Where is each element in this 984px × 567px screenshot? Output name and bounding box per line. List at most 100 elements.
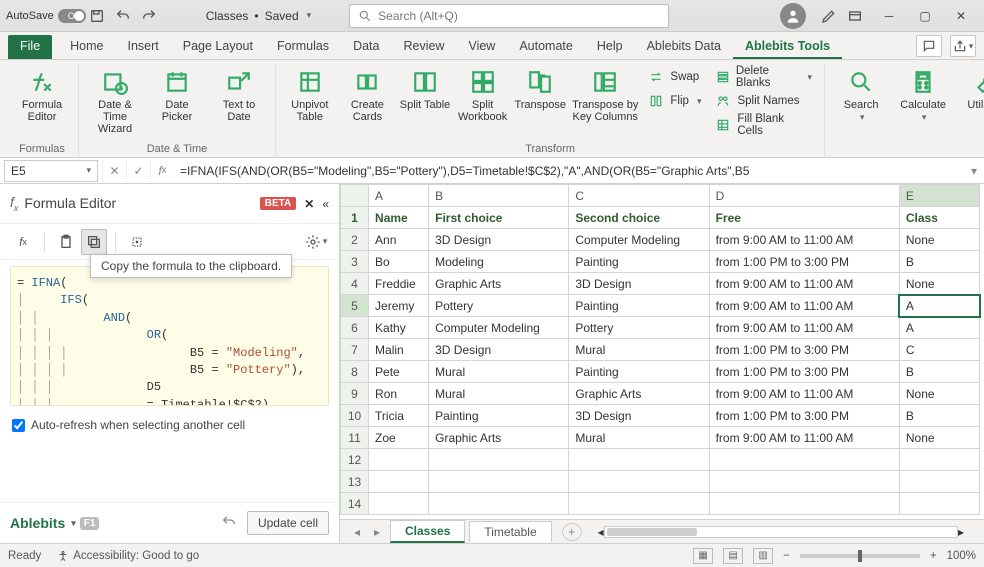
spreadsheet-grid[interactable]: ABCDE1NameFirst choiceSecond choiceFreeC… xyxy=(340,184,980,515)
paste-tool[interactable] xyxy=(53,229,79,255)
brand[interactable]: Ablebits▾ F1 xyxy=(10,515,99,531)
name-box[interactable]: E5▾ xyxy=(4,160,98,182)
settings-tool[interactable]: ▾ xyxy=(303,229,329,255)
fill-blank-button[interactable]: Fill Blank Cells xyxy=(711,114,816,136)
col-header[interactable]: A xyxy=(369,185,429,207)
tab-ablebits-data[interactable]: Ablebits Data xyxy=(635,33,733,59)
close-panel-button[interactable]: ✕ xyxy=(304,197,314,211)
split-table-button[interactable]: Split Table xyxy=(399,64,451,111)
col-header[interactable]: D xyxy=(709,185,899,207)
create-cards-button[interactable]: Create Cards xyxy=(342,64,394,123)
tab-review[interactable]: Review xyxy=(391,33,456,59)
date-time-wizard-button[interactable]: Date & Time Wizard xyxy=(87,64,143,135)
col-header[interactable]: B xyxy=(429,185,569,207)
tab-data[interactable]: Data xyxy=(341,33,391,59)
table-row[interactable]: 13 xyxy=(341,471,980,493)
document-title[interactable]: Classes • Saved ▾ xyxy=(206,9,311,23)
col-header[interactable]: E xyxy=(899,185,979,207)
col-header[interactable]: C xyxy=(569,185,709,207)
search-button[interactable]: Search▾ xyxy=(833,64,889,123)
tab-help[interactable]: Help xyxy=(585,33,635,59)
zoom-in-button[interactable]: + xyxy=(930,550,937,562)
insert-function-button[interactable]: fx xyxy=(150,160,174,182)
calculate-button[interactable]: Calculate▾ xyxy=(895,64,951,123)
calculator-icon xyxy=(909,68,937,96)
tab-insert[interactable]: Insert xyxy=(116,33,171,59)
undo-panel-button[interactable] xyxy=(221,514,237,533)
comments-button[interactable] xyxy=(916,35,942,57)
sheet-nav-last[interactable]: ▸ xyxy=(368,525,386,539)
sheet-nav-first[interactable]: ◂ xyxy=(348,525,366,539)
split-workbook-button[interactable]: Split Workbook xyxy=(457,64,509,123)
update-cell-button[interactable]: Update cell xyxy=(247,511,329,535)
formula-editor-button[interactable]: Formula Editor xyxy=(14,64,70,123)
utilities-button[interactable]: Utilities▾ xyxy=(957,64,984,123)
split-names-button[interactable]: Split Names xyxy=(711,90,816,112)
table-row[interactable]: 11ZoeGraphic ArtsMuralfrom 9:00 AM to 11… xyxy=(341,427,980,449)
share-button[interactable]: ▾ xyxy=(950,35,976,57)
formula-input[interactable] xyxy=(174,160,964,182)
table-row[interactable]: 3BoModelingPaintingfrom 1:00 PM to 3:00 … xyxy=(341,251,980,273)
table-row[interactable]: 12 xyxy=(341,449,980,471)
normal-view-button[interactable]: ▦ xyxy=(693,548,713,564)
accept-formula-button[interactable]: ✓ xyxy=(126,160,150,182)
auto-refresh-checkbox[interactable]: Auto-refresh when selecting another cell xyxy=(0,412,339,438)
tab-home[interactable]: Home xyxy=(58,33,115,59)
copy-tool[interactable] xyxy=(81,229,107,255)
redo-icon[interactable] xyxy=(140,7,158,25)
calendar-icon xyxy=(163,68,191,96)
title-bar: AutoSave On Classes • Saved ▾ Search (Al… xyxy=(0,0,984,32)
help-key-badge: F1 xyxy=(80,517,100,530)
fx-tool[interactable]: fx xyxy=(10,229,36,255)
sheet-tab-classes[interactable]: Classes xyxy=(390,520,465,543)
minimize-button[interactable]: ─ xyxy=(872,2,906,30)
swap-button[interactable]: Swap xyxy=(644,66,705,88)
tab-automate[interactable]: Automate xyxy=(507,33,585,59)
text-to-date-button[interactable]: Text to Date xyxy=(211,64,267,123)
expand-formula-bar[interactable]: ▾ xyxy=(964,164,984,178)
table-row[interactable]: 14 xyxy=(341,493,980,515)
pen-icon[interactable] xyxy=(820,7,838,25)
add-sheet-button[interactable]: + xyxy=(562,523,582,541)
close-button[interactable]: ✕ xyxy=(944,2,978,30)
cancel-formula-button[interactable]: ✕ xyxy=(102,160,126,182)
table-row[interactable]: 6KathyComputer ModelingPotteryfrom 9:00 … xyxy=(341,317,980,339)
sheet-tab-timetable[interactable]: Timetable xyxy=(469,521,551,542)
transpose-key-columns-button[interactable]: Transpose by Key Columns xyxy=(572,64,638,123)
save-icon[interactable] xyxy=(88,7,106,25)
ribbon-display-icon[interactable] xyxy=(846,7,864,25)
table-row[interactable]: 7Malin3D DesignMuralfrom 1:00 PM to 3:00… xyxy=(341,339,980,361)
horizontal-scrollbar[interactable]: ◂▸ xyxy=(598,525,964,539)
table-row[interactable]: 4FreddieGraphic Arts3D Designfrom 9:00 A… xyxy=(341,273,980,295)
tab-file[interactable]: File xyxy=(8,35,52,59)
table-row[interactable]: 8PeteMuralPaintingfrom 1:00 PM to 3:00 P… xyxy=(341,361,980,383)
undo-icon[interactable] xyxy=(114,7,132,25)
page-layout-view-button[interactable]: ▤ xyxy=(723,548,743,564)
autosave-toggle[interactable]: AutoSave On xyxy=(6,9,80,23)
table-row[interactable]: 9RonMuralGraphic Artsfrom 9:00 AM to 11:… xyxy=(341,383,980,405)
tab-page-layout[interactable]: Page Layout xyxy=(171,33,265,59)
tab-view[interactable]: View xyxy=(456,33,507,59)
maximize-button[interactable]: ▢ xyxy=(908,2,942,30)
status-accessibility[interactable]: Accessibility: Good to go xyxy=(57,550,199,562)
table-row[interactable]: 1NameFirst choiceSecond choiceFreeClass xyxy=(341,207,980,229)
formula-code-area[interactable]: = IFNA( │ IFS( │ │ AND( │ │ │ OR( │ │ │ … xyxy=(10,266,329,406)
user-avatar[interactable] xyxy=(780,3,806,29)
search-input[interactable]: Search (Alt+Q) xyxy=(349,4,669,28)
delete-blanks-button[interactable]: Delete Blanks▾ xyxy=(711,66,816,88)
table-row[interactable]: 5JeremyPotteryPaintingfrom 9:00 AM to 11… xyxy=(341,295,980,317)
table-row[interactable]: 2Ann3D DesignComputer Modelingfrom 9:00 … xyxy=(341,229,980,251)
tab-ablebits-tools[interactable]: Ablebits Tools xyxy=(733,33,842,59)
tab-formulas[interactable]: Formulas xyxy=(265,33,341,59)
transpose-button[interactable]: Transpose xyxy=(514,64,566,111)
page-break-view-button[interactable]: ▥ xyxy=(753,548,773,564)
collapse-panel-button[interactable]: « xyxy=(322,197,329,211)
flip-button[interactable]: Flip▾ xyxy=(644,90,705,112)
target-tool[interactable] xyxy=(124,229,150,255)
date-picker-button[interactable]: Date Picker xyxy=(149,64,205,123)
zoom-out-button[interactable]: − xyxy=(783,550,790,562)
table-row[interactable]: 10TriciaPainting3D Designfrom 1:00 PM to… xyxy=(341,405,980,427)
unpivot-icon xyxy=(296,68,324,96)
zoom-slider[interactable] xyxy=(800,554,920,558)
unpivot-table-button[interactable]: Unpivot Table xyxy=(284,64,336,123)
